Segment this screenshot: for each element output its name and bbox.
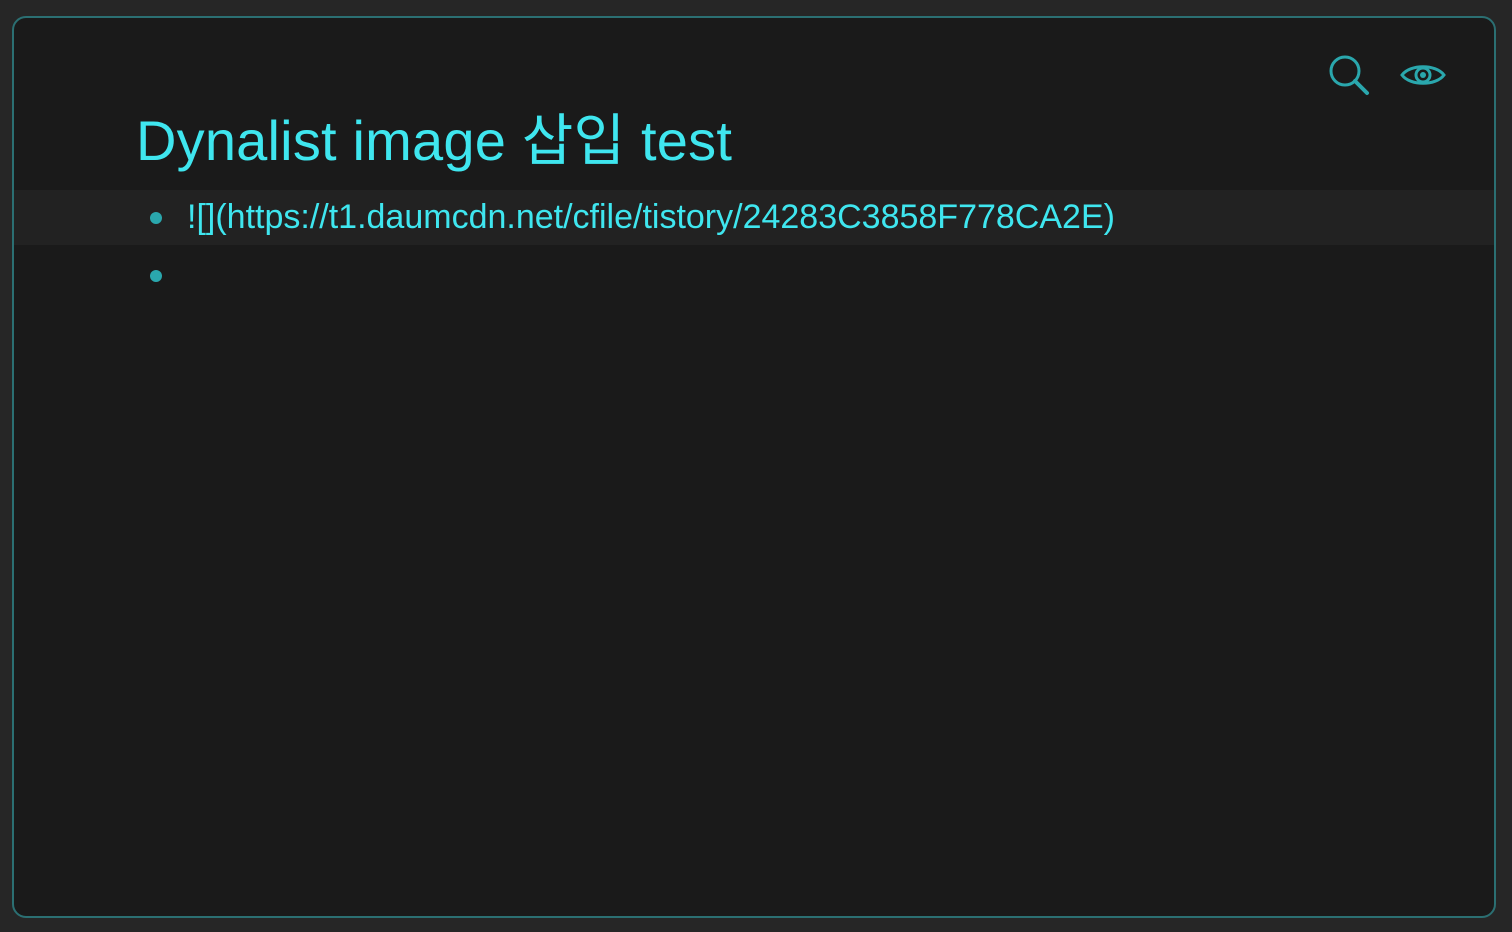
- document-panel: Dynalist image 삽입 test ![](https://t1.da…: [12, 16, 1496, 918]
- eye-icon: [1400, 65, 1446, 85]
- list-item[interactable]: [14, 245, 1494, 307]
- list-item[interactable]: ![](https://t1.daumcdn.net/cfile/tistory…: [14, 190, 1494, 245]
- node-text[interactable]: ![](https://t1.daumcdn.net/cfile/tistory…: [187, 198, 1115, 237]
- search-icon: [1329, 55, 1369, 95]
- preview-button[interactable]: [1400, 52, 1446, 98]
- document-title[interactable]: Dynalist image 삽입 test: [136, 96, 732, 177]
- bullet[interactable]: [150, 270, 162, 282]
- node-list: ![](https://t1.daumcdn.net/cfile/tistory…: [14, 190, 1494, 307]
- toolbar: [1326, 52, 1446, 98]
- bullet[interactable]: [150, 211, 162, 224]
- search-button[interactable]: [1326, 52, 1372, 98]
